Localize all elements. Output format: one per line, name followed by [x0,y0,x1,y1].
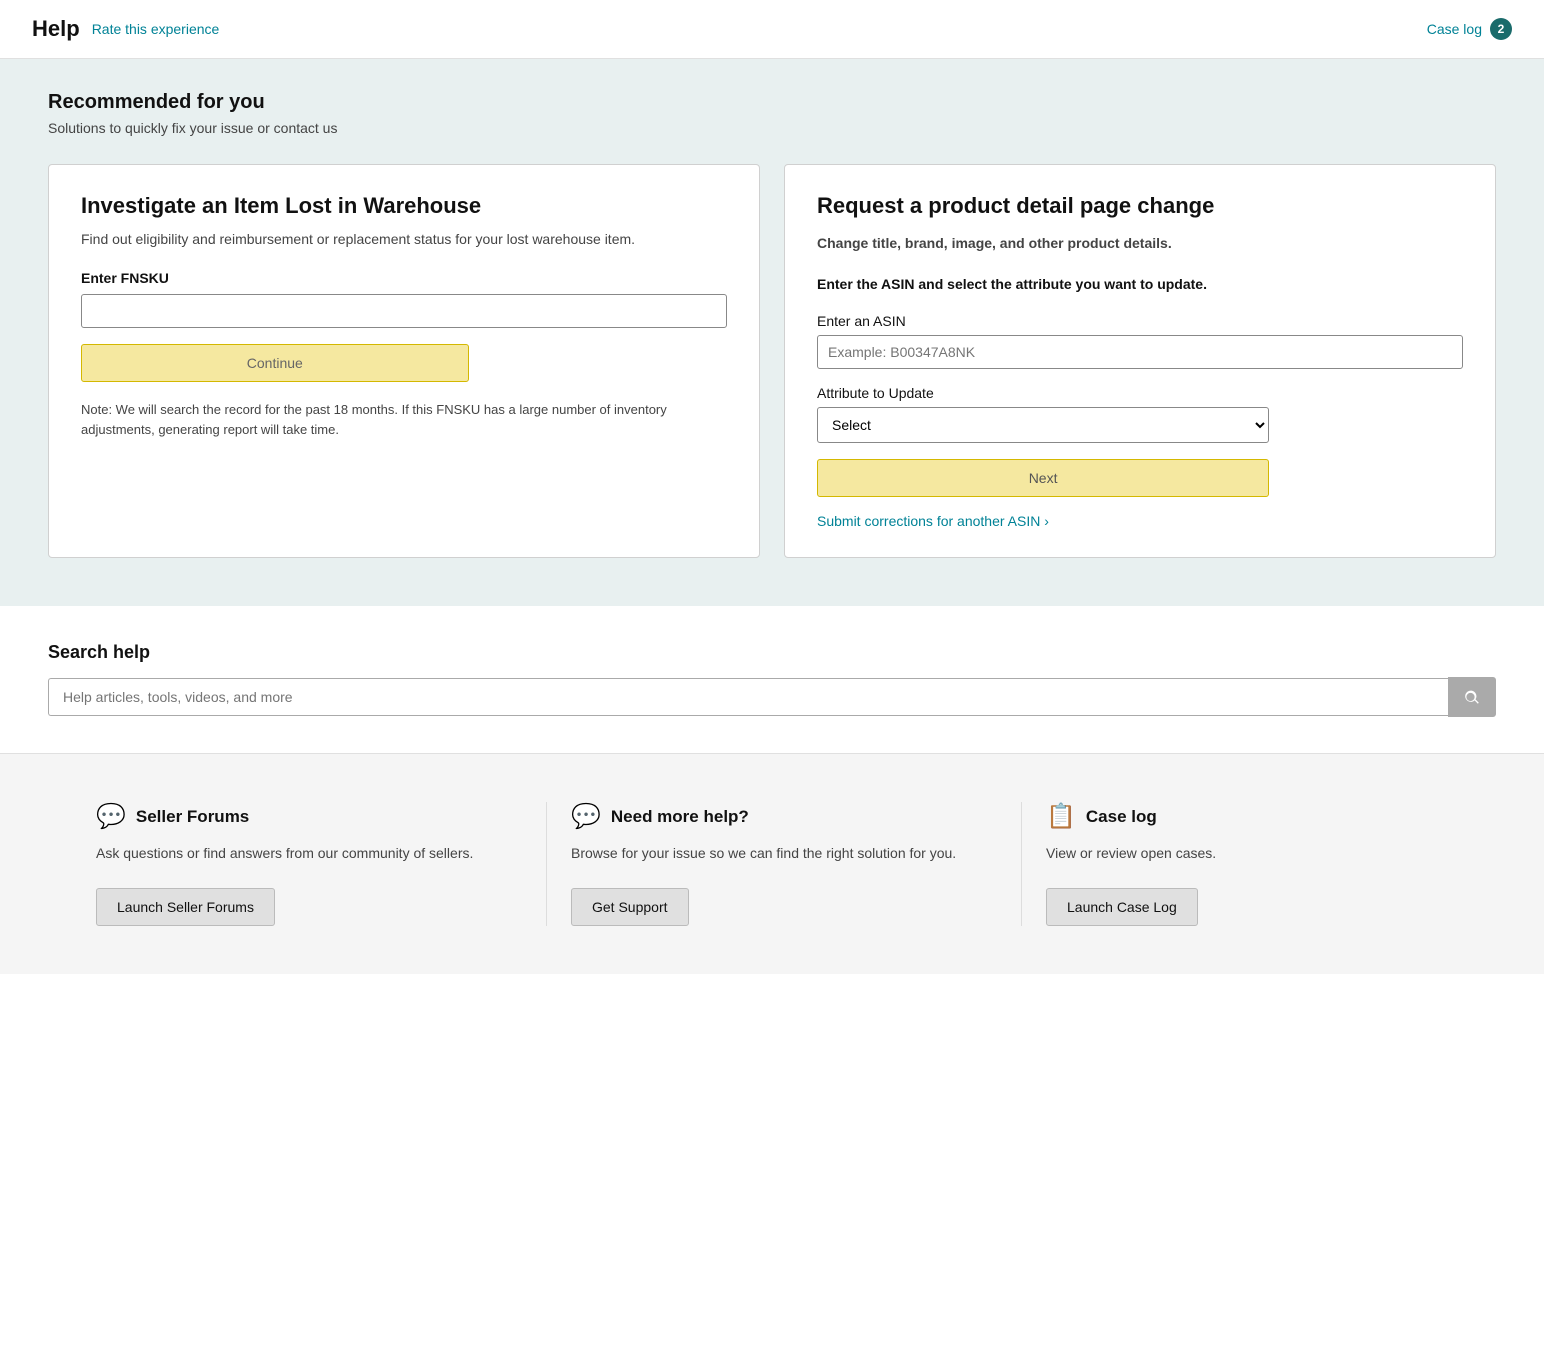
attribute-select[interactable]: Select Title Brand Image Description Bul… [817,407,1269,443]
launch-case-log-button[interactable]: Launch Case Log [1046,888,1198,926]
launch-seller-forums-button[interactable]: Launch Seller Forums [96,888,275,926]
need-help-icon: 💬 [571,802,601,831]
investigate-card-title: Investigate an Item Lost in Warehouse [81,193,727,219]
investigate-card-description: Find out eligibility and reimbursement o… [81,229,727,250]
attribute-label: Attribute to Update [817,385,1463,401]
search-icon [1463,688,1481,706]
seller-forums-icon: 💬 [96,802,126,831]
card-note: Note: We will search the record for the … [81,400,727,439]
cards-row: Investigate an Item Lost in Warehouse Fi… [48,164,1496,558]
recommended-title: Recommended for you [48,91,1496,114]
case-log-desc: View or review open cases. [1046,843,1216,864]
help-label: Help [32,16,80,42]
footer-icon-title-case-log: 📋 Case log [1046,802,1157,831]
investigate-card: Investigate an Item Lost in Warehouse Fi… [48,164,760,558]
fnsku-input[interactable] [81,294,727,328]
continue-button[interactable]: Continue [81,344,469,382]
product-detail-subtitle: Change title, brand, image, and other pr… [817,233,1463,254]
case-log-icon: 📋 [1046,802,1076,831]
fnsku-label: Enter FNSKU [81,270,727,286]
header-right: Case log 2 [1427,18,1512,40]
submit-corrections-link[interactable]: Submit corrections for another ASIN › [817,513,1049,529]
next-button[interactable]: Next [817,459,1269,497]
get-support-button[interactable]: Get Support [571,888,689,926]
case-log-badge[interactable]: 2 [1490,18,1512,40]
need-help-desc: Browse for your issue so we can find the… [571,843,956,864]
asin-input[interactable] [817,335,1463,369]
recommended-subtitle: Solutions to quickly fix your issue or c… [48,120,1496,136]
product-detail-title: Request a product detail page change [817,193,1463,219]
search-title: Search help [48,642,1496,663]
seller-forums-title: Seller Forums [136,807,249,827]
footer-col-need-help: 💬 Need more help? Browse for your issue … [547,802,1022,926]
product-detail-card: Request a product detail page change Cha… [784,164,1496,558]
asin-label: Enter an ASIN [817,313,1463,329]
recommended-section: Recommended for you Solutions to quickly… [0,59,1544,606]
footer-icon-title-forums: 💬 Seller Forums [96,802,249,831]
search-section: Search help [0,606,1544,754]
rate-experience-link[interactable]: Rate this experience [92,21,220,37]
footer-col-seller-forums: 💬 Seller Forums Ask questions or find an… [48,802,547,926]
footer-icon-title-help: 💬 Need more help? [571,802,749,831]
header: Help Rate this experience Case log 2 [0,0,1544,59]
footer-section: 💬 Seller Forums Ask questions or find an… [0,754,1544,974]
footer-col-case-log: 📋 Case log View or review open cases. La… [1022,802,1496,926]
search-row [48,677,1496,717]
enter-asin-heading: Enter the ASIN and select the attribute … [817,274,1463,295]
case-log-link[interactable]: Case log [1427,21,1482,37]
footer-row: 💬 Seller Forums Ask questions or find an… [48,802,1496,926]
case-log-footer-title: Case log [1086,807,1157,827]
search-button[interactable] [1448,677,1496,717]
header-left: Help Rate this experience [32,16,219,42]
search-input[interactable] [48,678,1448,716]
seller-forums-desc: Ask questions or find answers from our c… [96,843,473,864]
need-help-title: Need more help? [611,807,749,827]
